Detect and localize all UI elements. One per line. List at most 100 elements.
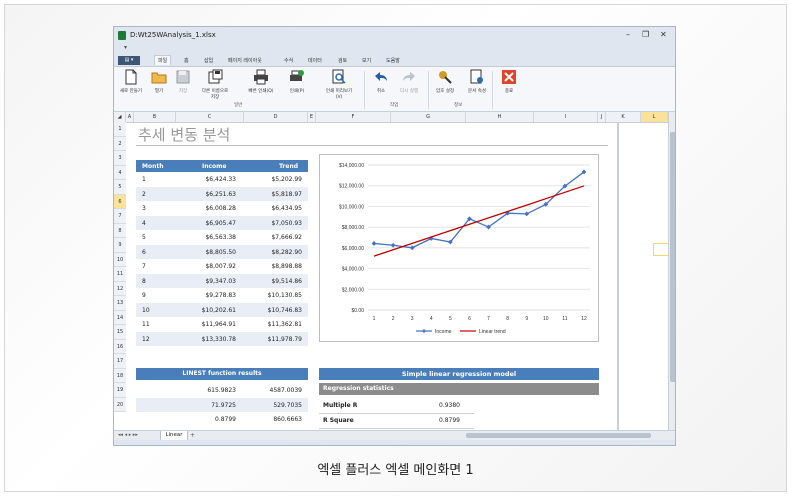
month-cell[interactable]: 3 bbox=[142, 205, 146, 212]
trend-cell[interactable]: $9,514.86 bbox=[271, 278, 302, 285]
income-cell[interactable]: $9,278.83 bbox=[205, 292, 236, 299]
select-all-corner[interactable]: ◢ bbox=[114, 112, 126, 122]
month-cell[interactable]: 1 bbox=[142, 176, 146, 183]
new-button[interactable]: 새로 만들기 bbox=[116, 69, 146, 95]
trend-cell[interactable]: $5,818.97 bbox=[271, 191, 302, 198]
col-header-i[interactable]: I bbox=[534, 112, 598, 122]
save-button[interactable]: 저장 bbox=[168, 69, 198, 95]
income-cell[interactable]: $6,008.28 bbox=[205, 205, 236, 212]
col-header-f[interactable]: F bbox=[316, 112, 391, 122]
linest-cell[interactable]: 4587.0039 bbox=[270, 387, 302, 394]
row-header[interactable]: 13 bbox=[114, 296, 126, 311]
vertical-scrollbar[interactable] bbox=[668, 112, 675, 430]
minimize-button[interactable]: – bbox=[626, 30, 630, 39]
row-header[interactable]: 9 bbox=[114, 238, 126, 253]
trend-cell[interactable]: $8,282.90 bbox=[271, 249, 302, 256]
month-cell[interactable]: 2 bbox=[142, 191, 146, 198]
month-cell[interactable]: 7 bbox=[142, 263, 146, 270]
trend-cell[interactable]: $11,362.81 bbox=[268, 321, 302, 328]
app-menu-button[interactable]: ▤ ▾ bbox=[118, 56, 140, 65]
col-header-d[interactable]: D bbox=[244, 112, 308, 122]
col-header-e[interactable]: E bbox=[308, 112, 316, 122]
month-cell[interactable]: 6 bbox=[142, 249, 146, 256]
month-cell[interactable]: 10 bbox=[142, 307, 150, 314]
restore-button[interactable]: ❐ bbox=[642, 30, 649, 39]
linest-cell[interactable]: 71.9725 bbox=[211, 402, 236, 409]
linest-cell[interactable]: 860.6663 bbox=[273, 416, 302, 423]
quick-print-button[interactable]: 빠른 인쇄(Q) bbox=[246, 69, 276, 95]
row-header[interactable]: 15 bbox=[114, 325, 126, 340]
print-preview-button[interactable]: 인쇄 미리보기(V) bbox=[324, 69, 354, 101]
row-header[interactable]: 6 bbox=[114, 194, 126, 209]
trend-cell[interactable]: $7,666.92 bbox=[271, 234, 302, 241]
trend-cell[interactable]: $7,050.93 bbox=[271, 220, 302, 227]
month-cell[interactable]: 5 bbox=[142, 234, 146, 241]
exit-button[interactable]: 종료 bbox=[494, 69, 524, 95]
row-header[interactable]: 8 bbox=[114, 223, 126, 238]
tab-home[interactable]: 홈 bbox=[184, 57, 189, 64]
freeze-pane-divider[interactable] bbox=[617, 122, 619, 430]
month-cell[interactable]: 11 bbox=[142, 321, 150, 328]
qat-dropdown-icon[interactable]: ▾ bbox=[124, 44, 127, 51]
month-cell[interactable]: 9 bbox=[142, 292, 146, 299]
trend-cell[interactable]: $10,130.85 bbox=[268, 292, 302, 299]
row-header[interactable]: 1 bbox=[114, 122, 126, 137]
row-header[interactable]: 12 bbox=[114, 281, 126, 296]
month-cell[interactable]: 12 bbox=[142, 336, 150, 343]
row-header[interactable]: 5 bbox=[114, 180, 126, 195]
tab-review[interactable]: 검토 bbox=[338, 57, 347, 64]
undo-button[interactable]: 취소 bbox=[366, 69, 396, 95]
tab-data[interactable]: 데이터 bbox=[308, 57, 322, 64]
trend-cell[interactable]: $10,746.83 bbox=[268, 307, 302, 314]
save-as-button[interactable]: 다른 이름으로 저장 bbox=[200, 69, 230, 101]
income-cell[interactable]: $6,424.33 bbox=[205, 176, 236, 183]
cell-area[interactable]: 추세 변동 분석 Month Income Trend 1 $6,424.33 $5… bbox=[126, 122, 675, 430]
linest-cell[interactable]: 0.8799 bbox=[215, 416, 236, 423]
month-cell[interactable]: 4 bbox=[142, 220, 146, 227]
income-cell[interactable]: $8,007.92 bbox=[205, 263, 236, 270]
income-cell[interactable]: $9,347.03 bbox=[205, 278, 236, 285]
row-header[interactable]: 4 bbox=[114, 165, 126, 180]
month-cell[interactable]: 8 bbox=[142, 278, 146, 285]
row-header[interactable]: 3 bbox=[114, 151, 126, 166]
trend-cell[interactable]: $6,434.95 bbox=[271, 205, 302, 212]
doc-properties-button[interactable]: 문서 속성 bbox=[462, 69, 492, 95]
trend-cell[interactable]: $11,978.79 bbox=[268, 336, 302, 343]
col-header-b[interactable]: B bbox=[134, 112, 176, 122]
col-header-c[interactable]: C bbox=[176, 112, 244, 122]
income-cell[interactable]: $6,563.38 bbox=[205, 234, 236, 241]
col-header-g[interactable]: G bbox=[391, 112, 466, 122]
income-cell[interactable]: $11,964.91 bbox=[202, 321, 236, 328]
row-header[interactable]: 20 bbox=[114, 397, 126, 412]
row-header[interactable]: 18 bbox=[114, 368, 126, 383]
income-cell[interactable]: $8,805.50 bbox=[205, 249, 236, 256]
row-header[interactable]: 14 bbox=[114, 310, 126, 325]
col-header-a[interactable]: A bbox=[126, 112, 134, 122]
col-header-h[interactable]: H bbox=[466, 112, 534, 122]
row-header[interactable]: 16 bbox=[114, 339, 126, 354]
sheet-nav-arrows[interactable]: ◂◂ ◂ ▸ ▸▸ bbox=[118, 432, 138, 438]
tab-file[interactable]: 파일 bbox=[154, 55, 172, 65]
add-sheet-button[interactable]: + bbox=[190, 432, 195, 439]
tab-formulas[interactable]: 수식 bbox=[284, 57, 293, 64]
tab-insert[interactable]: 삽입 bbox=[204, 57, 213, 64]
row-header[interactable]: 7 bbox=[114, 209, 126, 224]
horizontal-scroll-thumb[interactable] bbox=[466, 433, 651, 438]
linest-cell[interactable]: 529.7035 bbox=[273, 402, 302, 409]
income-cell[interactable]: $10,202.61 bbox=[202, 307, 236, 314]
tab-page-layout[interactable]: 페이지 레이아웃 bbox=[228, 57, 262, 64]
close-button[interactable]: ✕ bbox=[660, 30, 667, 39]
worksheet[interactable]: ◢ A B C D E F G H I J K L 1 2 3 4 5 6 7 8 9 10 11 1… bbox=[114, 112, 675, 430]
income-cell[interactable]: $13,330.78 bbox=[202, 336, 236, 343]
tab-help[interactable]: 도움말 bbox=[386, 57, 400, 64]
row-header[interactable]: 17 bbox=[114, 354, 126, 369]
redo-button[interactable]: 다시 실행 bbox=[394, 69, 424, 95]
col-header-l[interactable]: L bbox=[641, 112, 668, 122]
tab-view[interactable]: 보기 bbox=[362, 57, 371, 64]
row-header[interactable]: 11 bbox=[114, 267, 126, 282]
col-header-j[interactable]: J bbox=[598, 112, 606, 122]
income-cell[interactable]: $6,251.63 bbox=[205, 191, 236, 198]
trend-chart[interactable]: $0.00 $2,000.00 $4,000.00 $6,000.00 $8,000.0… bbox=[319, 154, 599, 342]
income-cell[interactable]: $6,905.47 bbox=[205, 220, 236, 227]
trend-cell[interactable]: $5,202.99 bbox=[271, 176, 302, 183]
